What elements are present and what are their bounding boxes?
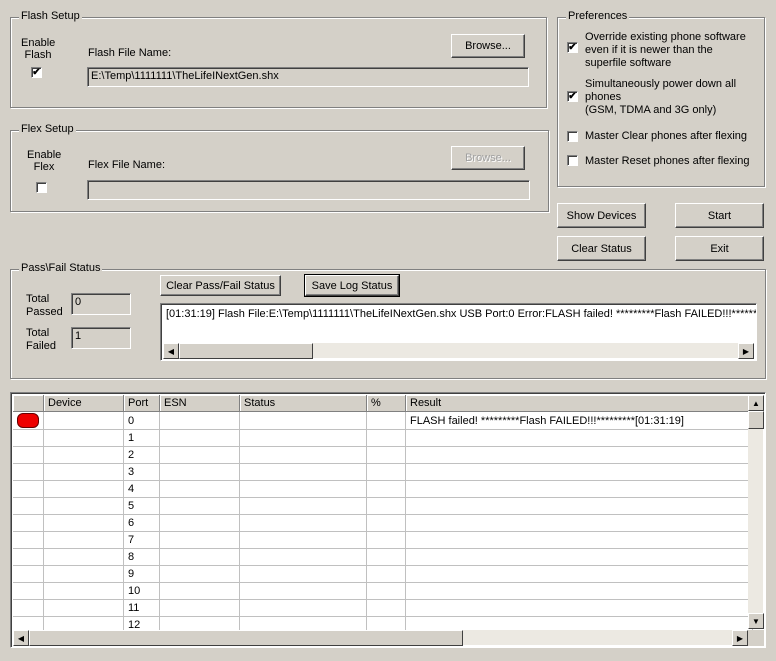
esn-cell: [159, 411, 240, 430]
total-passed-field: 0: [71, 293, 131, 315]
grid-vscroll-track[interactable]: [748, 395, 763, 629]
flash-setup-title: Flash Setup: [19, 10, 82, 22]
grid-scroll-up-icon[interactable]: ▲: [748, 395, 764, 411]
col-header-status[interactable]: Status: [239, 395, 367, 412]
table-row[interactable]: 10: [13, 582, 753, 600]
table-row[interactable]: 7: [13, 531, 753, 549]
flash-file-label: Flash File Name:: [88, 47, 172, 59]
percent-cell: [366, 411, 406, 430]
row-status-cell: [13, 411, 44, 430]
show-devices-button[interactable]: Show Devices: [557, 203, 646, 228]
flex-browse-button[interactable]: Browse...: [451, 146, 525, 170]
result-cell: [405, 565, 753, 583]
table-row[interactable]: 4: [13, 480, 753, 498]
status-indicator-icon: [17, 413, 39, 428]
log-text: [01:31:19] Flash File:E:\Temp\1111111\Th…: [166, 308, 757, 320]
table-row[interactable]: 6: [13, 514, 753, 532]
exit-button[interactable]: Exit: [675, 236, 764, 261]
total-passed-label: Total Passed: [26, 293, 63, 318]
log-scroll-thumb[interactable]: [179, 343, 313, 359]
pass-fail-title: Pass\Fail Status: [19, 262, 103, 274]
grid-hscroll-thumb[interactable]: [29, 630, 463, 646]
result-cell: [405, 463, 753, 481]
port-cell: 9: [123, 565, 160, 583]
result-cell: [405, 599, 753, 617]
grid-scroll-left-icon[interactable]: ◀: [13, 630, 29, 646]
col-header-port[interactable]: Port: [123, 395, 160, 412]
port-cell: 11: [123, 599, 160, 617]
table-row[interactable]: 3: [13, 463, 753, 481]
flash-file-field[interactable]: E:\Temp\1111111\TheLifeINextGen.shx: [87, 67, 529, 87]
result-cell: [405, 514, 753, 532]
device-table: Device Port ESN Status % Result 0 FLASH …: [13, 395, 753, 634]
flex-setup-title: Flex Setup: [19, 123, 76, 135]
result-cell: [405, 497, 753, 515]
table-row[interactable]: 11: [13, 599, 753, 617]
result-cell: [405, 548, 753, 566]
port-cell: 2: [123, 446, 160, 464]
start-button[interactable]: Start: [675, 203, 764, 228]
port-cell: 1: [123, 429, 160, 447]
port-cell: 4: [123, 480, 160, 498]
log-scroll-left-icon[interactable]: ◀: [163, 343, 179, 359]
log-scroll-right-icon[interactable]: ▶: [738, 343, 754, 359]
port-cell: 3: [123, 463, 160, 481]
col-header-result[interactable]: Result: [405, 395, 753, 412]
table-row[interactable]: 2: [13, 446, 753, 464]
table-row[interactable]: 8: [13, 548, 753, 566]
table-row[interactable]: 9: [13, 565, 753, 583]
flex-file-label: Flex File Name:: [88, 159, 166, 171]
result-cell: FLASH failed! *********Flash FAILED!!!**…: [405, 411, 753, 430]
master-clear-label: Master Clear phones after flexing: [585, 130, 748, 142]
preferences-title: Preferences: [566, 10, 630, 22]
flash-browse-button[interactable]: Browse...: [451, 34, 525, 58]
override-label: Override existing phone software even if…: [585, 31, 746, 69]
col-header-device[interactable]: Device: [43, 395, 124, 412]
device-grid[interactable]: Device Port ESN Status % Result 0 FLASH …: [10, 392, 766, 648]
total-failed-label: Total Failed: [26, 327, 56, 352]
grid-vscroll-thumb[interactable]: [748, 411, 764, 429]
port-cell: 10: [123, 582, 160, 600]
port-cell: 7: [123, 531, 160, 549]
save-log-button[interactable]: Save Log Status: [304, 274, 400, 297]
power-down-label: Simultaneously power down all phones (GS…: [585, 78, 737, 116]
result-cell: [405, 480, 753, 498]
device-cell: [43, 411, 124, 430]
result-cell: [405, 582, 753, 600]
result-cell: [405, 429, 753, 447]
port-cell: 8: [123, 548, 160, 566]
master-reset-checkbox[interactable]: [567, 155, 578, 166]
port-cell: 5: [123, 497, 160, 515]
clear-pass-fail-button[interactable]: Clear Pass/Fail Status: [160, 275, 281, 296]
master-reset-label: Master Reset phones after flexing: [585, 155, 750, 167]
log-box[interactable]: [01:31:19] Flash File:E:\Temp\1111111\Th…: [160, 303, 757, 361]
port-cell: 0: [123, 411, 160, 430]
col-header-select[interactable]: [13, 395, 44, 412]
enable-flex-checkbox[interactable]: [36, 182, 47, 193]
flex-file-field[interactable]: [87, 180, 530, 200]
grid-scroll-down-icon[interactable]: ▼: [748, 613, 764, 629]
table-row[interactable]: 0 FLASH failed! *********Flash FAILED!!!…: [13, 411, 753, 430]
table-row[interactable]: 5: [13, 497, 753, 515]
clear-status-button[interactable]: Clear Status: [557, 236, 646, 261]
grid-header-row: Device Port ESN Status % Result: [13, 395, 753, 412]
total-failed-field: 1: [71, 327, 131, 349]
result-cell: [405, 446, 753, 464]
flash-setup-group: Flash Setup: [10, 10, 547, 108]
grid-scroll-right-icon[interactable]: ▶: [732, 630, 748, 646]
power-down-checkbox[interactable]: ✔: [567, 91, 578, 102]
enable-flash-checkbox[interactable]: ✔: [31, 67, 42, 78]
result-cell: [405, 531, 753, 549]
table-row[interactable]: 1: [13, 429, 753, 447]
enable-flex-label: Enable Flex: [27, 149, 62, 173]
master-clear-checkbox[interactable]: [567, 131, 578, 142]
override-checkbox[interactable]: ✔: [567, 42, 578, 53]
col-header-percent[interactable]: %: [366, 395, 406, 412]
grid-size-corner: [748, 630, 764, 646]
status-cell: [239, 411, 367, 430]
port-cell: 6: [123, 514, 160, 532]
enable-flash-label: Enable Flash: [21, 37, 56, 61]
col-header-esn[interactable]: ESN: [159, 395, 240, 412]
